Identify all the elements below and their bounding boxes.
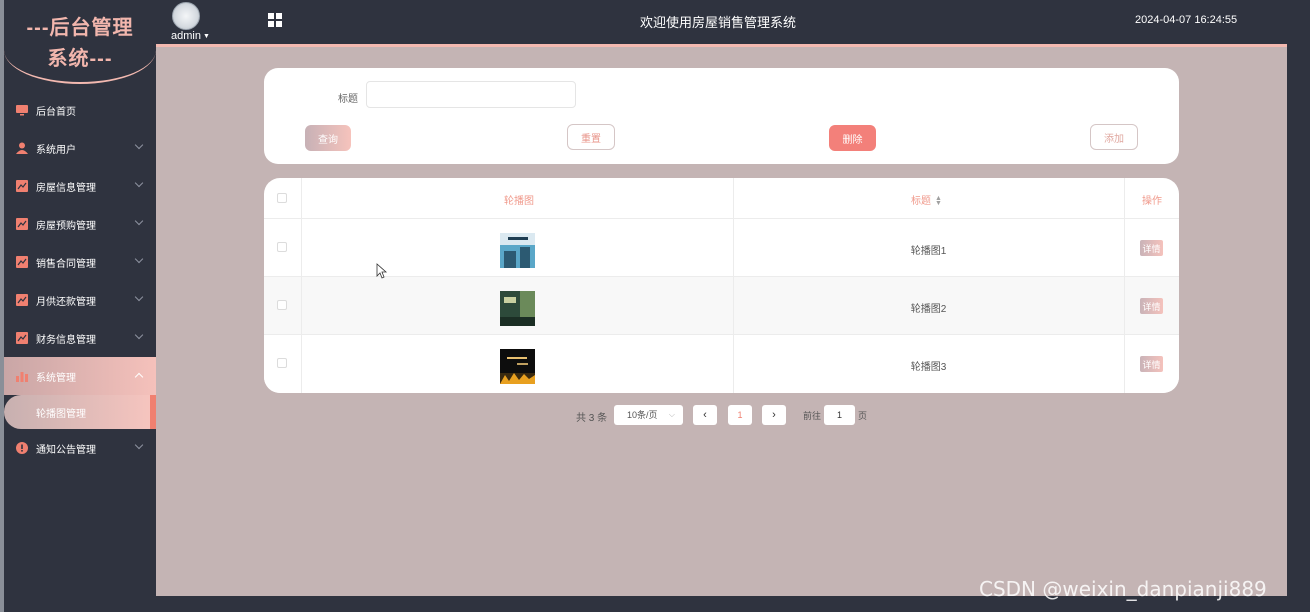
sidebar-item-label: 通知公告管理 [36,444,96,456]
sidebar-menu: 后台首页 系统用户 房屋信息管理 房屋预购管理 销售合同管理 月供还款管理 财务… [4,91,156,467]
window-edge-right [1287,47,1310,612]
grid-menu-icon[interactable] [268,13,282,27]
sidebar-item-label: 系统管理 [36,372,76,384]
chevron-up-icon [134,372,144,382]
chevron-down-icon [134,330,144,340]
goto-unit: 页 [858,411,868,421]
prev-page-button[interactable]: ‹ [693,405,717,425]
detail-button[interactable]: 详情 [1140,356,1163,372]
header-title[interactable]: 标题 ▲ ▼ [911,192,942,207]
page-size-select[interactable]: 10条/页 ⌵ [614,405,683,425]
sidebar-subitem-label: 轮播图管理 [36,408,86,420]
carousel-thumbnail[interactable] [500,349,535,384]
top-bar: admin ▼ 欢迎使用房屋销售管理系统 2024-04-07 16:24:55 [156,0,1310,44]
header-action: 操作 [1142,196,1162,207]
chevron-down-icon [134,440,144,450]
search-panel: 标题 查询 重置 删除 添加 [264,68,1179,164]
cell-title: 轮播图2 [910,304,947,315]
cell-title: 轮播图1 [910,246,947,257]
carousel-thumbnail[interactable] [500,291,535,326]
sidebar-subitem-carousel[interactable]: 轮播图管理 [4,395,156,429]
sidebar-item-house-info[interactable]: 房屋信息管理 [4,167,156,205]
sidebar-item-label: 系统用户 [36,144,76,156]
mouse-cursor-icon [376,263,388,279]
watermark: CSDN @weixin_danpianji889 [979,577,1267,601]
query-button[interactable]: 查询 [305,125,351,151]
reset-button[interactable]: 重置 [567,124,615,150]
header-title-label: 标题 [911,196,931,207]
goto-page-input[interactable]: 1 [824,405,855,425]
sidebar-item-users[interactable]: 系统用户 [4,129,156,167]
row-checkbox[interactable] [277,358,287,368]
carousel-thumbnail[interactable] [500,233,535,268]
chevron-down-icon [134,216,144,226]
sidebar: ---后台管理 系统--- 后台首页 系统用户 房屋信息管理 房屋预购管理 销售… [4,0,156,612]
cell-title: 轮播图3 [910,362,947,373]
sidebar-item-system[interactable]: 系统管理 [4,357,156,395]
sort-icon[interactable]: ▲ ▼ [935,195,942,207]
chart-line-icon [16,332,28,344]
sidebar-item-contract[interactable]: 销售合同管理 [4,243,156,281]
column-divider [1124,178,1125,393]
info-icon [16,442,28,454]
sidebar-item-finance[interactable]: 财务信息管理 [4,319,156,357]
chart-line-icon [16,218,28,230]
chart-line-icon [16,180,28,192]
detail-button[interactable]: 详情 [1140,240,1163,256]
sidebar-item-home[interactable]: 后台首页 [4,91,156,129]
goto-label: 前往 [803,411,822,421]
table-row: 轮播图3 详情 [264,335,1179,393]
monitor-icon [16,105,28,116]
username: admin [171,30,201,42]
datetime: 2024-04-07 16:24:55 [1135,14,1238,26]
column-divider [733,178,734,393]
sidebar-item-label: 后台首页 [36,106,76,118]
chevron-down-icon [134,254,144,264]
table-row: 轮播图2 详情 [264,277,1179,335]
system-title: 欢迎使用房屋销售管理系统 [640,15,797,30]
sidebar-item-label: 房屋信息管理 [36,182,96,194]
chevron-right-icon: › [772,409,776,421]
chart-line-icon [16,256,28,268]
chevron-left-icon: ‹ [703,409,707,421]
logo-line-1: ---后台管理 [26,17,134,39]
chevron-down-icon [134,292,144,302]
sidebar-item-label: 月供还款管理 [36,296,96,308]
column-divider [301,178,302,393]
user-menu[interactable]: admin ▼ [171,30,210,42]
user-icon [16,142,28,154]
page-size-value: 10条/页 [627,410,658,420]
add-button[interactable]: 添加 [1090,124,1138,150]
sidebar-item-notice[interactable]: 通知公告管理 [4,429,156,467]
page-number[interactable]: 1 [728,405,752,425]
table-header: 轮播图 标题 ▲ ▼ 操作 [264,178,1179,219]
logo: ---后台管理 系统--- [4,0,156,84]
delete-button[interactable]: 删除 [829,125,876,151]
caret-down-icon: ▼ [202,32,210,40]
pagination-total: 共 3 条 [576,413,608,424]
data-table: 轮播图 标题 ▲ ▼ 操作 轮播图1 详情 轮播图2 详情 轮播图3 详情 [264,178,1179,393]
select-all-checkbox[interactable] [277,193,287,203]
bar-chart-icon [16,372,28,382]
chevron-down-icon: ⌵ [668,410,675,419]
header-image: 轮播图 [504,196,534,207]
sidebar-item-label: 房屋预购管理 [36,220,96,232]
table-row: 轮播图1 详情 [264,219,1179,277]
main-content: 标题 查询 重置 删除 添加 轮播图 标题 ▲ ▼ 操作 轮播图1 详情 轮播图… [156,47,1287,596]
sidebar-item-label: 财务信息管理 [36,334,96,346]
search-label: 标题 [338,94,358,105]
chevron-down-icon [134,178,144,188]
sidebar-item-label: 销售合同管理 [36,258,96,270]
search-input[interactable] [366,81,576,108]
sidebar-item-repayment[interactable]: 月供还款管理 [4,281,156,319]
row-checkbox[interactable] [277,242,287,252]
sidebar-item-presale[interactable]: 房屋预购管理 [4,205,156,243]
detail-button[interactable]: 详情 [1140,298,1163,314]
chevron-down-icon [134,140,144,150]
chart-line-icon [16,294,28,306]
logo-line-2: 系统--- [47,48,113,70]
row-checkbox[interactable] [277,300,287,310]
avatar[interactable] [172,2,200,30]
next-page-button[interactable]: › [762,405,786,425]
